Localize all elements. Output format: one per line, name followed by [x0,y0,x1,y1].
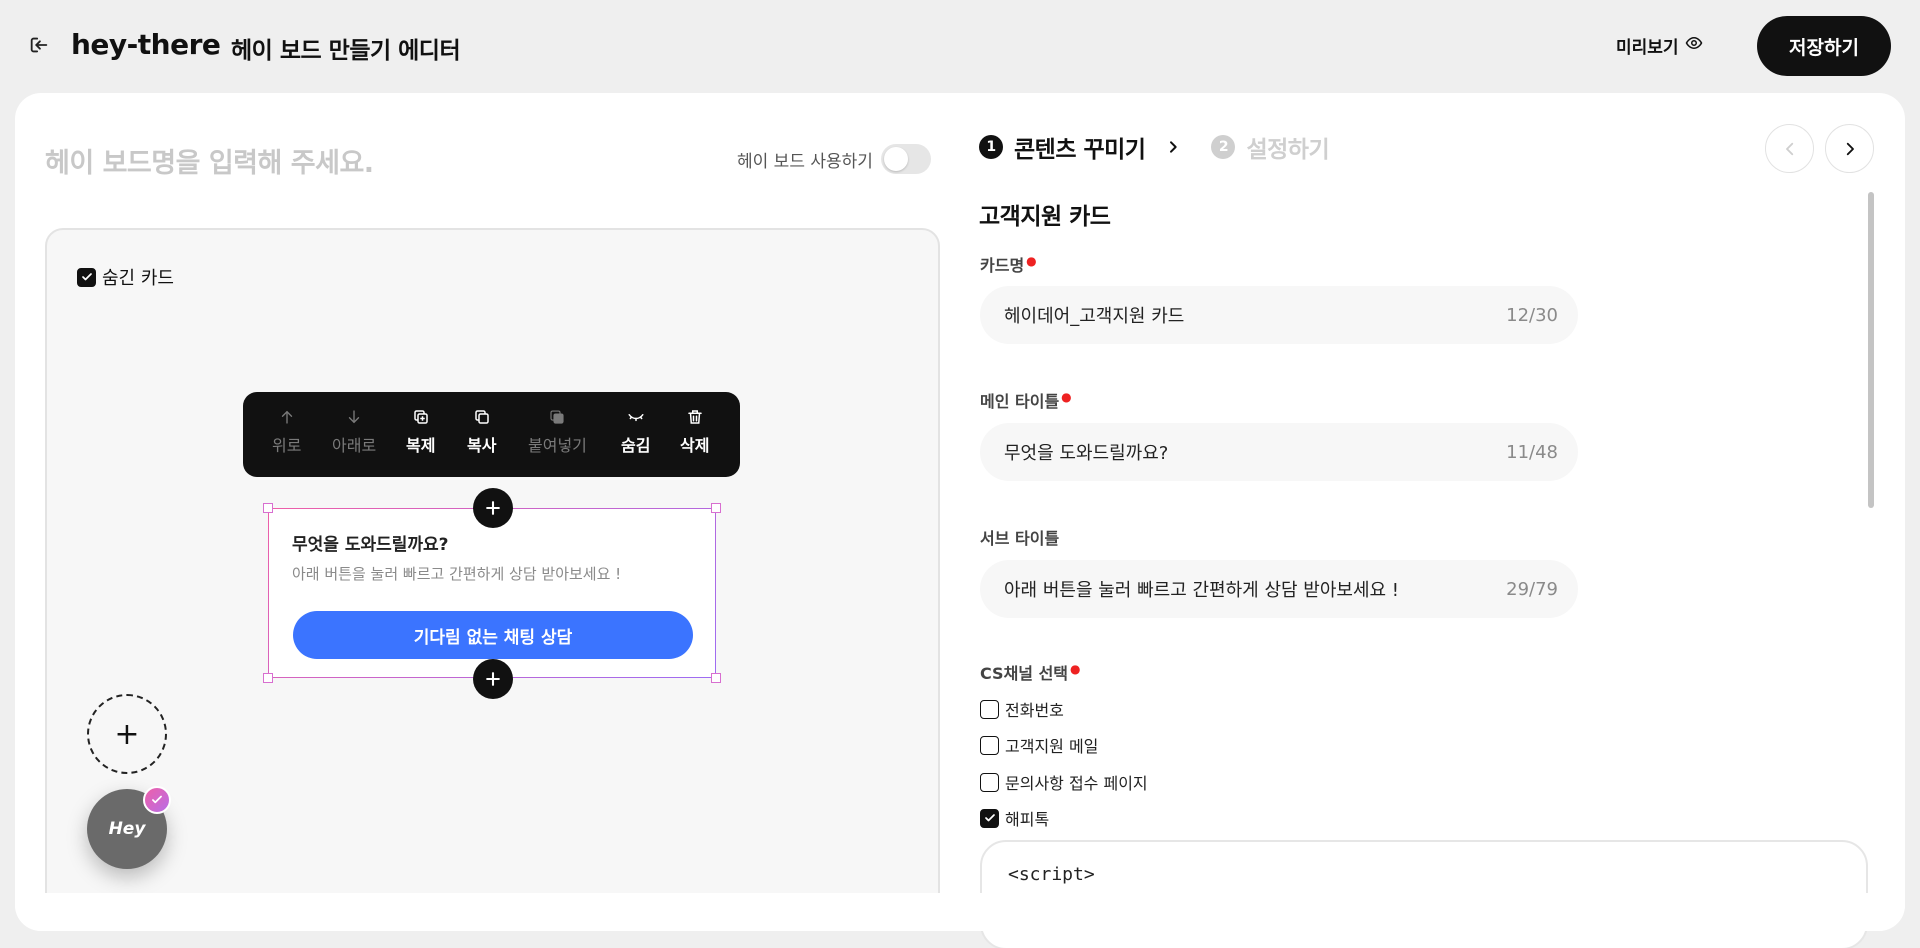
hidden-card-label: 숨긴 카드 [102,268,174,289]
tool-label: 복제 [406,436,436,455]
scrollbar[interactable] [1868,192,1874,508]
next-step-button[interactable] [1825,124,1874,173]
step-settings[interactable]: 설정하기 [1246,130,1329,164]
header: hey-there 헤이 보드 만들기 에디터 미리보기 저장하기 [0,0,1920,92]
chevron-left-icon [1785,142,1793,155]
cs-option-label: 고객지원 메일 [1005,737,1099,756]
card-name-input[interactable]: 헤이데어_고객지원 카드 12/30 [980,286,1578,344]
chevron-right-icon [1165,139,1181,155]
brand-logo: hey-there [71,28,221,61]
cs-option-label: 문의사항 접수 페이지 [1005,774,1148,793]
preview-label: 미리보기 [1616,38,1679,58]
input-value: 헤이데어_고객지원 카드 [1004,306,1185,327]
tool-label: 붙여넣기 [528,436,587,455]
sub-title-input[interactable]: 아래 버튼을 눌러 빠르고 간편하게 상담 받아보세요 ! 29/79 [980,560,1578,618]
trash-icon [687,410,702,424]
cs-option-inquiry-page[interactable]: 문의사항 접수 페이지 [980,770,1148,794]
tool-label: 아래로 [332,436,377,455]
page-title: 헤이 보드 만들기 에디터 [231,38,461,64]
card-name-label: 카드명 ● [980,253,1037,275]
char-count: 12/30 [1506,304,1558,326]
main-title-label: 메인 타이틀 ● [980,389,1072,411]
hidden-card-checkbox[interactable]: 숨긴 카드 [77,264,174,290]
duplicate-button[interactable]: 복제 [406,408,435,456]
resize-handle[interactable] [263,673,273,683]
tool-label: 숨김 [621,436,651,455]
duplicate-icon [413,410,428,424]
stepper: 1 콘텐츠 꾸미기 2 설정하기 [979,130,1330,164]
copy-icon [474,410,489,424]
move-down-button[interactable]: 아래로 [332,408,376,456]
chat-consult-button[interactable]: 기다림 없는 채팅 상담 [293,611,693,659]
tool-label: 복사 [467,436,497,455]
step-content[interactable]: 콘텐츠 꾸미기 [1014,130,1146,164]
copy-button[interactable]: 복사 [467,408,496,456]
sub-title-label: 서브 타이틀 [980,529,1060,548]
arrow-down-icon [348,410,360,424]
resize-handle[interactable] [711,503,721,513]
checkbox-icon [980,772,999,792]
arrow-up-icon [281,410,292,424]
checkbox-icon [980,808,999,828]
eye-closed-icon [628,414,644,422]
card-title: 무엇을 도와드릴까요? [292,535,449,555]
exit-icon[interactable] [28,34,52,58]
paste-button[interactable]: 붙여넣기 [528,408,587,456]
step-number: 2 [1211,135,1236,159]
char-count: 29/79 [1506,578,1558,600]
board-name-input[interactable]: 헤이 보드명을 입력해 주세요. [45,141,374,180]
checkbox-icon [77,267,96,287]
card-subtitle: 아래 버튼을 눌러 빠르고 간편하게 상담 받아보세요 ! [292,565,622,583]
plus-icon [486,672,500,686]
cs-channel-label: CS채널 선택 ● [980,661,1081,683]
check-badge-icon [143,786,171,814]
checkbox-icon [980,699,999,719]
input-value: 무엇을 도와드릴까요? [1004,443,1169,464]
cs-option-email[interactable]: 고객지원 메일 [980,733,1098,757]
step-number: 1 [979,135,1003,159]
move-up-button[interactable]: 위로 [272,408,301,456]
char-count: 11/48 [1506,441,1558,463]
hide-button[interactable]: 숨김 [621,408,650,456]
use-board-label: 헤이 보드 사용하기 [737,151,873,172]
section-title: 고객지원 카드 [979,204,1111,230]
resize-handle[interactable] [263,503,273,513]
cs-option-phone[interactable]: 전화번호 [980,697,1064,721]
chevron-right-icon [1846,142,1854,155]
paste-icon [550,410,564,424]
use-board-toggle[interactable] [880,144,931,174]
use-board-setting: 헤이 보드 사용하기 [737,144,931,174]
checkbox-icon [980,735,999,755]
add-block-above-button[interactable] [473,488,513,528]
save-button[interactable]: 저장하기 [1757,16,1891,76]
add-widget-button[interactable]: + [87,694,167,774]
eye-icon [1685,34,1703,57]
preview-button[interactable]: 미리보기 [1616,33,1703,58]
main-title-input[interactable]: 무엇을 도와드릴까요? 11/48 [980,423,1578,481]
input-value: 아래 버튼을 눌러 빠르고 간편하게 상담 받아보세요 ! [1004,580,1400,601]
panel-bottom-edge [15,893,1905,931]
delete-button[interactable]: 삭제 [680,408,709,456]
tool-label: 위로 [272,436,302,455]
card-toolbar: 위로 아래로 복제 복사 붙여넣기 숨김 삭제 [243,392,740,477]
prev-step-button[interactable] [1765,124,1814,173]
cs-option-happytalk[interactable]: 해피톡 [980,806,1049,830]
cs-option-label: 전화번호 [1005,701,1064,720]
cs-option-label: 해피톡 [1005,810,1050,829]
resize-handle[interactable] [711,673,721,683]
plus-icon [486,501,500,515]
tool-label: 삭제 [680,436,710,455]
add-block-below-button[interactable] [473,659,513,699]
